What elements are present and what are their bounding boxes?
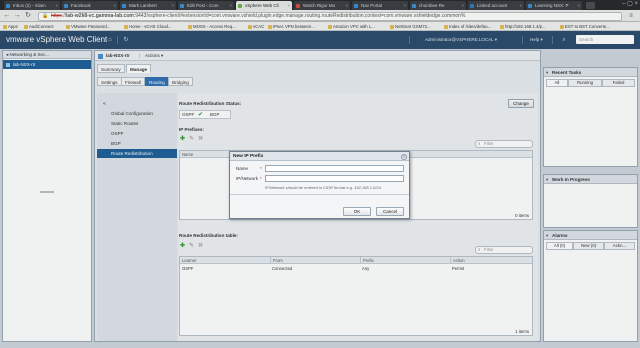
- close-icon[interactable]: ?: [401, 153, 407, 160]
- ip-network-input[interactable]: [265, 175, 404, 182]
- required-mark: *: [260, 166, 262, 171]
- cancel-button[interactable]: Cancel: [376, 207, 404, 216]
- ip-network-label: IP/Network: [236, 176, 259, 181]
- name-label: Name: [236, 166, 249, 171]
- dialog-title: New IP Prefix: [230, 152, 409, 161]
- new-ip-prefix-dialog: New IP Prefix ? Name * IP/Network * IP/N…: [229, 151, 410, 219]
- ok-button[interactable]: OK: [343, 207, 371, 216]
- prefix-name-input[interactable]: [265, 165, 404, 172]
- ip-network-hint: IP/Network should be entered in CIDR for…: [265, 185, 381, 190]
- dialog-footer: OK Cancel: [230, 194, 409, 218]
- required-mark: *: [260, 176, 262, 181]
